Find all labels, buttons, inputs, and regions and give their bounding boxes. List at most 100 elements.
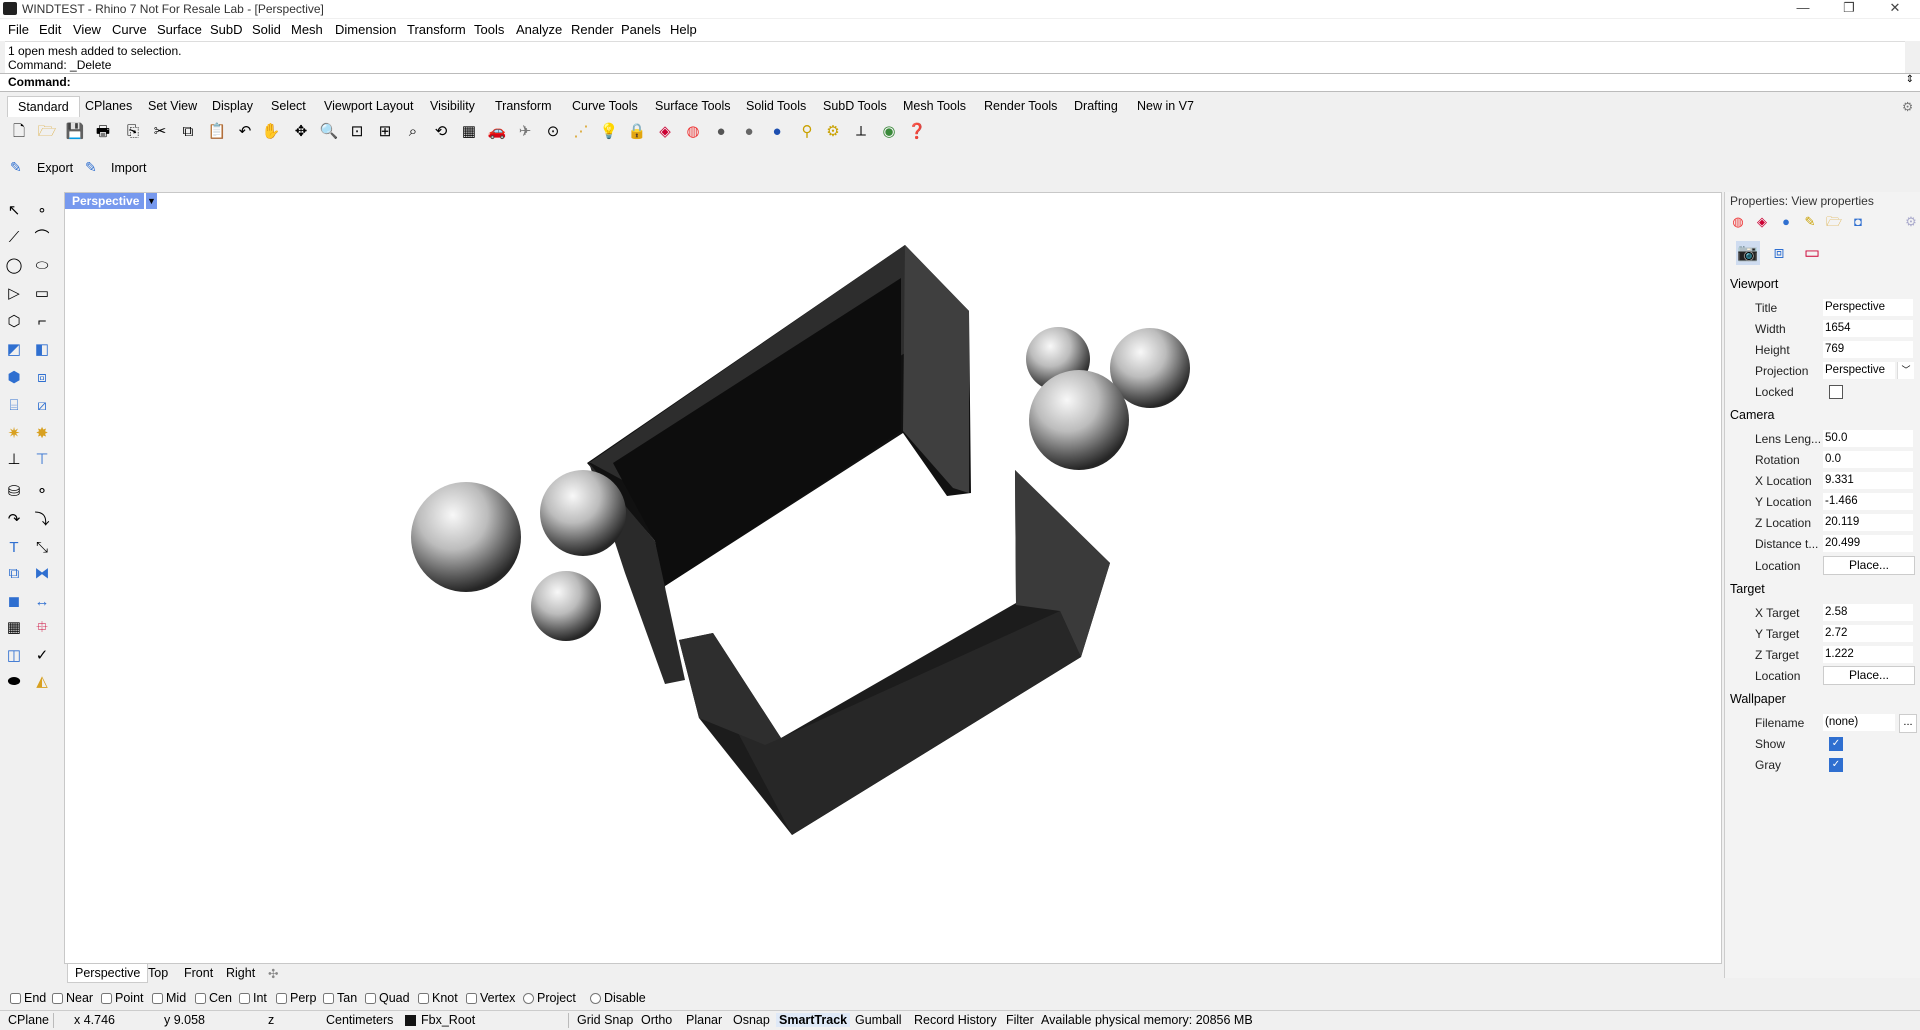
osnap-knot-checkbox[interactable]	[418, 993, 429, 1004]
four-viewports-icon[interactable]: ▦	[458, 121, 480, 143]
point-icon[interactable]: ∘	[31, 200, 53, 222]
osnap-near-checkbox[interactable]	[52, 993, 63, 1004]
grid-snap-toggle[interactable]: Grid Snap	[577, 1013, 633, 1027]
osnap-mid-checkbox[interactable]	[152, 993, 163, 1004]
material-panel-icon[interactable]: ●	[1778, 214, 1794, 230]
osnap-perp[interactable]: Perp	[276, 991, 316, 1005]
trim-icon[interactable]: ⊥	[3, 449, 25, 471]
menu-curve[interactable]: Curve	[112, 22, 147, 37]
save-icon[interactable]: 💾	[64, 121, 86, 143]
rectangle-icon[interactable]: ▭	[31, 283, 53, 305]
shade-sphere-icon[interactable]: ●	[710, 121, 732, 143]
distance-field[interactable]: 20.499	[1823, 535, 1913, 552]
osnap-tan[interactable]: Tan	[323, 991, 357, 1005]
sphere-mesh[interactable]	[540, 470, 626, 556]
osnap-cen-checkbox[interactable]	[195, 993, 206, 1004]
zoom-window-icon[interactable]: ⊡	[346, 121, 368, 143]
export-selected-icon[interactable]: ⎘	[122, 121, 144, 143]
print-icon[interactable]: 🖶	[92, 121, 114, 143]
render-panel-icon[interactable]: ◘	[1850, 214, 1866, 230]
copy-icon[interactable]: ⧉	[177, 121, 199, 143]
mirror-icon[interactable]: ⧓	[31, 563, 53, 585]
viewport-tab-right[interactable]: Right	[226, 966, 255, 980]
locked-checkbox[interactable]	[1829, 385, 1843, 399]
sphere-mesh[interactable]	[1029, 370, 1129, 470]
points-on-icon[interactable]: ⋰	[570, 121, 592, 143]
z-location-field[interactable]: 20.119	[1823, 514, 1913, 531]
osnap-int[interactable]: Int	[239, 991, 267, 1005]
projection-select[interactable]: Perspective	[1823, 362, 1895, 379]
menu-help[interactable]: Help	[670, 22, 697, 37]
fillet-curve-icon[interactable]: ⌐	[31, 311, 53, 333]
tab-cplanes[interactable]: CPlanes	[85, 99, 132, 113]
select-filter-icon[interactable]: ⚲	[796, 121, 818, 143]
viewport-tab-icon[interactable]: ⧈	[1767, 241, 1791, 265]
tab-surface-tools[interactable]: Surface Tools	[655, 99, 731, 113]
zoom-icon[interactable]: 🔍	[318, 121, 340, 143]
osnap-disable[interactable]: Disable	[590, 991, 646, 1005]
array-icon[interactable]: ⧉	[3, 563, 25, 585]
tab-transform[interactable]: Transform	[495, 99, 552, 113]
menu-file[interactable]: File	[8, 22, 29, 37]
camera-place-button[interactable]: Place...	[1823, 556, 1915, 575]
show-checkbox[interactable]: ✓	[1829, 737, 1843, 751]
planar-toggle[interactable]: Planar	[686, 1013, 722, 1027]
osnap-near[interactable]: Near	[52, 991, 93, 1005]
tab-visibility[interactable]: Visibility	[430, 99, 475, 113]
osnap-point-checkbox[interactable]	[101, 993, 112, 1004]
viewport-menu-chevron-icon[interactable]: ▼	[145, 193, 157, 209]
gray-checkbox[interactable]: ✓	[1829, 758, 1843, 772]
box-icon[interactable]: ⬢	[3, 367, 25, 389]
cplane-icon[interactable]: ⊙	[542, 121, 564, 143]
polyline-icon[interactable]: ⟋	[3, 227, 25, 249]
rotate-view-icon[interactable]: ✥	[290, 121, 312, 143]
osnap-cen[interactable]: Cen	[195, 991, 232, 1005]
tab-standard[interactable]: Standard	[7, 96, 80, 117]
offset-icon[interactable]: ↷	[3, 509, 25, 531]
osnap-toggle[interactable]: Osnap	[733, 1013, 770, 1027]
surface-from-curves-icon[interactable]: ◧	[31, 339, 53, 361]
light-icon[interactable]: 💡	[598, 121, 620, 143]
analyze-icon[interactable]: ◫	[3, 645, 25, 667]
ungroup-icon[interactable]: ⚬	[31, 481, 53, 503]
osnap-vertex[interactable]: Vertex	[466, 991, 515, 1005]
text-icon[interactable]: T	[3, 537, 25, 559]
menu-render[interactable]: Render	[571, 22, 614, 37]
panel-options-icon[interactable]: ⚙	[1903, 214, 1919, 230]
new-file-icon[interactable]: 🗋	[8, 121, 30, 143]
tab-drafting[interactable]: Drafting	[1074, 99, 1118, 113]
osnap-end[interactable]: End	[10, 991, 46, 1005]
undo-view-icon[interactable]: ⟲	[430, 121, 452, 143]
z-target-field[interactable]: 1.222	[1823, 646, 1913, 663]
group-icon[interactable]: ⛁	[3, 481, 25, 503]
command-input[interactable]: Command: ⇕	[0, 73, 1920, 92]
tab-subd-tools[interactable]: SubD Tools	[823, 99, 887, 113]
viewport-tab-front[interactable]: Front	[184, 966, 213, 980]
dimension-icon[interactable]: ⟂	[850, 121, 872, 143]
lens-length-field[interactable]: 50.0	[1823, 430, 1913, 447]
osnap-project-radio[interactable]	[523, 993, 534, 1004]
smarttrack-toggle[interactable]: SmartTrack	[776, 1013, 850, 1027]
viewport-tab-perspective[interactable]: Perspective	[67, 964, 148, 983]
open-file-icon[interactable]: 🗁	[36, 121, 58, 143]
blend-curve-icon[interactable]: ⤵	[31, 509, 53, 531]
osnap-tan-checkbox[interactable]	[323, 993, 334, 1004]
command-scroll-icon[interactable]: ⇕	[1906, 74, 1914, 85]
layer-icon[interactable]: ◈	[654, 121, 676, 143]
surface-icon[interactable]: ◩	[3, 339, 25, 361]
menu-view[interactable]: View	[73, 22, 101, 37]
height-field[interactable]: 769	[1823, 341, 1913, 358]
split-icon[interactable]: ⊤	[31, 449, 53, 471]
material-icon[interactable]: ⬬	[3, 671, 25, 693]
ellipse-icon[interactable]: ⬭	[31, 255, 53, 277]
minimize-button[interactable]: —	[1780, 0, 1826, 18]
target-place-button[interactable]: Place...	[1823, 666, 1915, 685]
check-icon[interactable]: ✓	[31, 645, 53, 667]
boolean-icon[interactable]: ⧈	[31, 367, 53, 389]
menu-panels[interactable]: Panels	[621, 22, 661, 37]
explode-icon[interactable]: ✸	[31, 423, 53, 445]
export-button[interactable]: Export	[37, 161, 73, 175]
tab-select[interactable]: Select	[271, 99, 306, 113]
camera-tab-icon[interactable]: 📷	[1736, 241, 1760, 265]
cplane-status[interactable]: CPlane	[8, 1013, 49, 1027]
